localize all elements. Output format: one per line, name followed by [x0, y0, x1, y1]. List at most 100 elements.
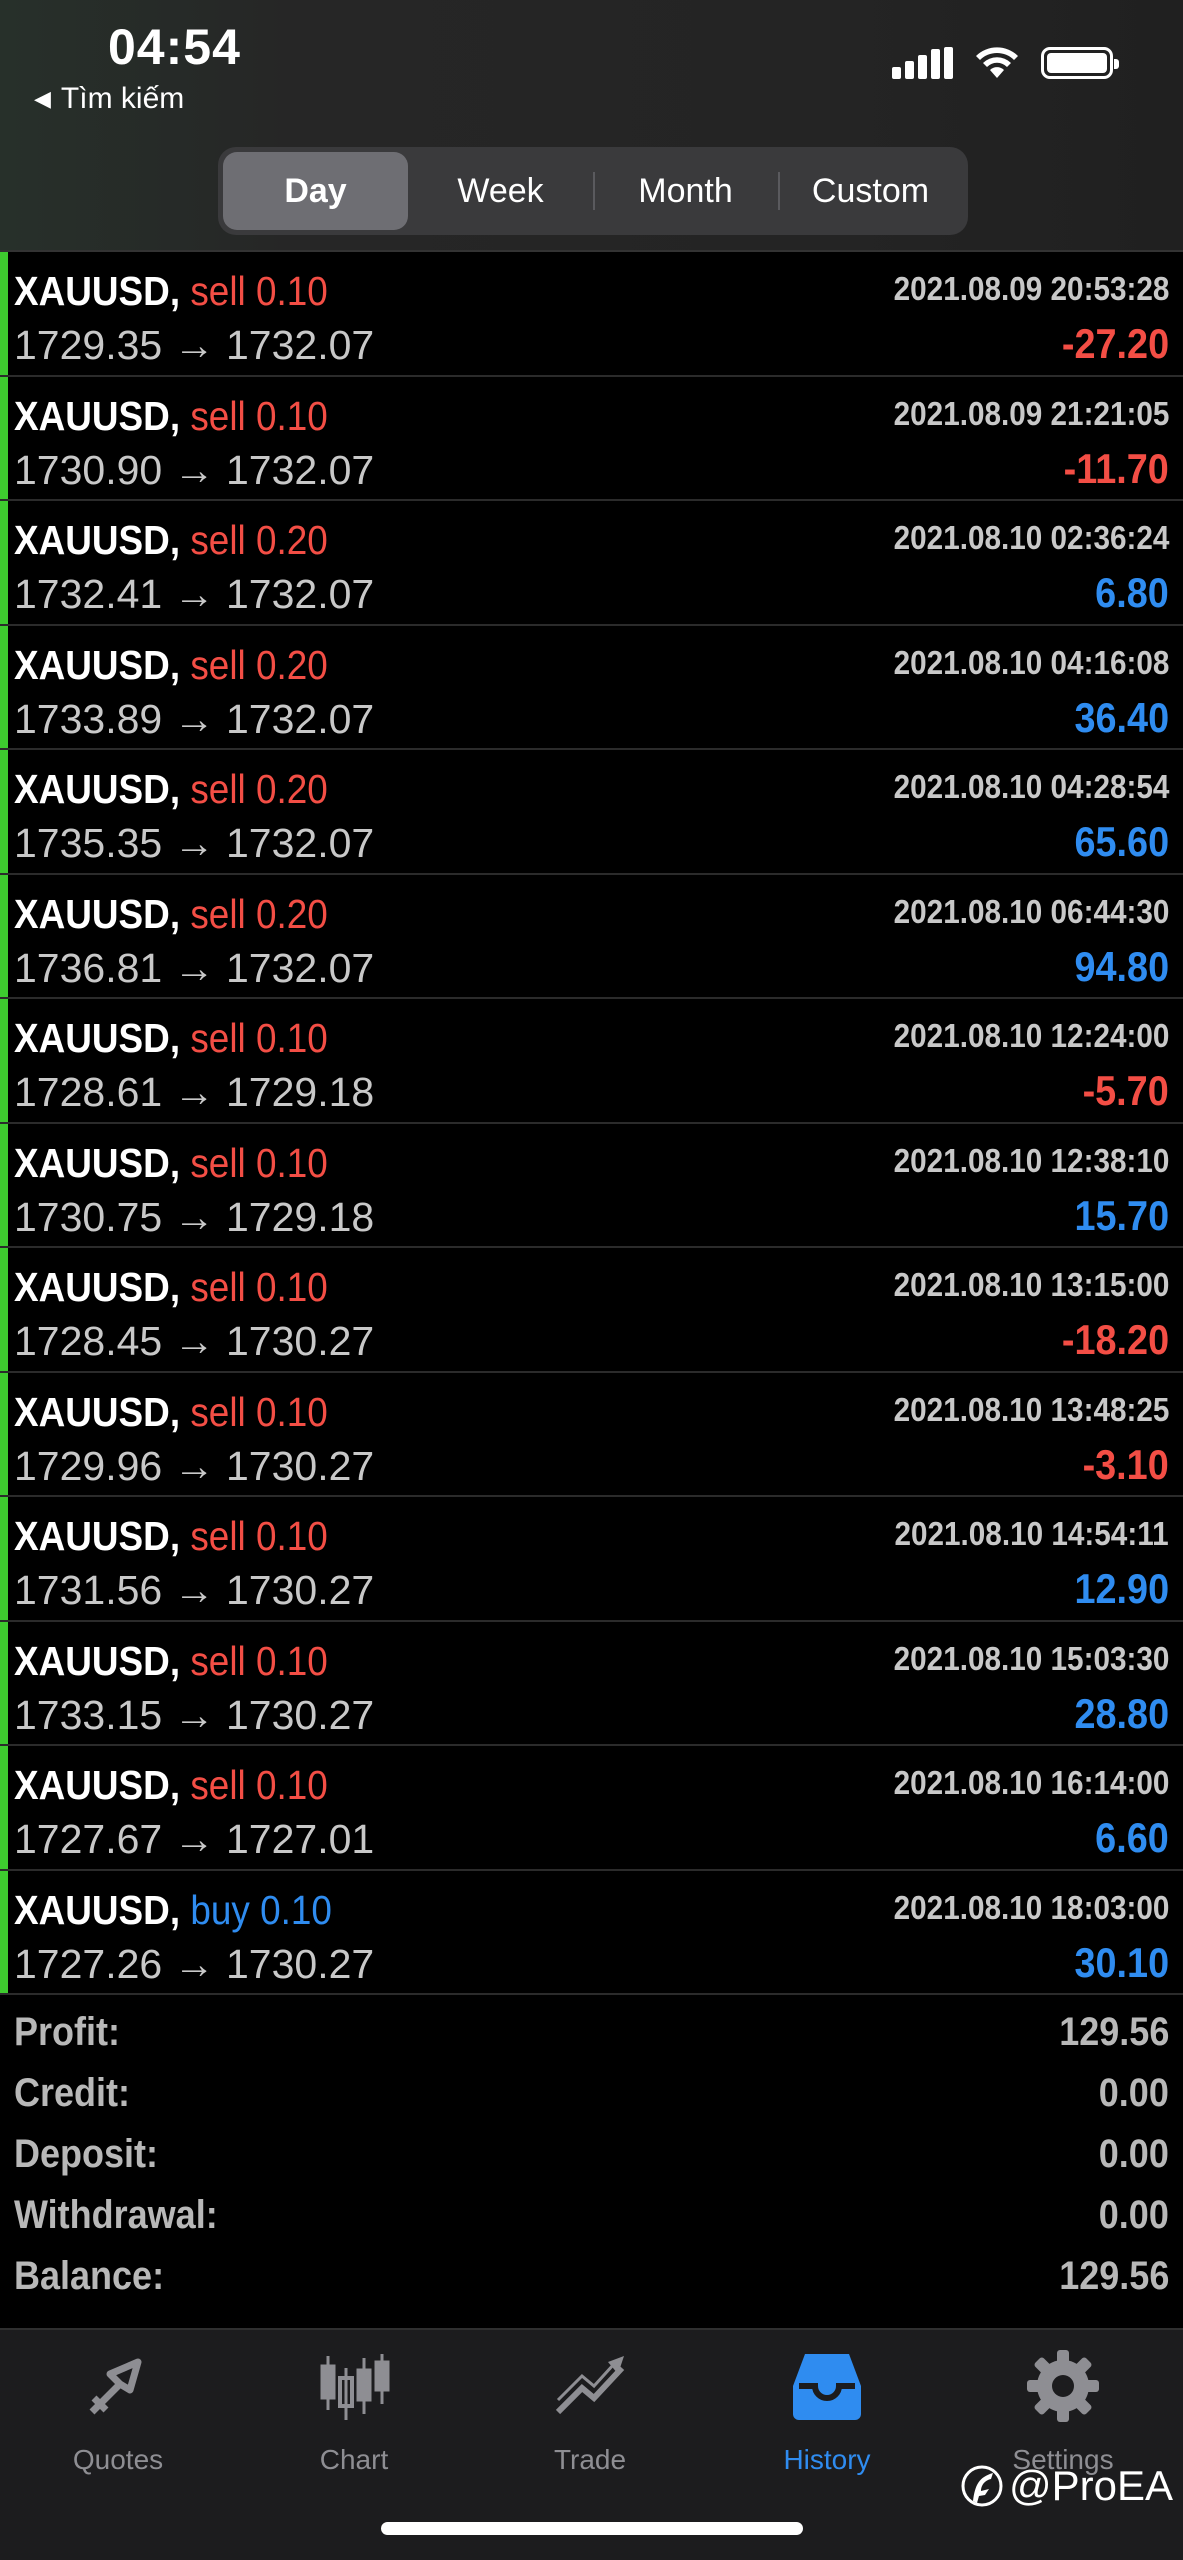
trade-profit: 12.90 [1074, 1565, 1169, 1612]
symbol-name: XAUUSD, [14, 890, 181, 937]
tab-trade[interactable]: Trade [490, 2348, 690, 2498]
trade-profit: 6.80 [1095, 569, 1169, 616]
summary-label: Credit: [14, 2071, 131, 2115]
trade-prices: 1731.56 → 1730.27 [14, 1567, 375, 1613]
trade-prices: 1733.15 → 1730.27 [14, 1691, 375, 1738]
trade-symbol: XAUUSD, sell 0.10 [14, 1513, 328, 1560]
trade-volume: 0.10 [260, 1886, 332, 1933]
tab-quotes[interactable]: Quotes [18, 2348, 218, 2498]
trade-volume: 0.10 [255, 1264, 328, 1310]
period-tab-month[interactable]: Month [593, 152, 778, 230]
trade-symbol: XAUUSD, sell 0.10 [14, 1140, 328, 1187]
symbol-name: XAUUSD, [14, 1513, 181, 1559]
watermark: @ProEA [961, 2462, 1173, 2510]
trade-row[interactable]: XAUUSD, sell 0.10 1733.15 → 1730.27 2021.0… [0, 1621, 1183, 1746]
trade-icon [555, 2356, 625, 2415]
row-accent-bar [0, 252, 8, 375]
trade-time: 2021.08.10 04:28:54 [893, 768, 1169, 805]
trade-side: sell [190, 641, 246, 688]
trade-time: 2021.08.10 04:16:08 [893, 643, 1169, 681]
summary-label: Deposit: [14, 2132, 158, 2176]
trade-volume: 0.10 [255, 392, 328, 439]
row-accent-bar [0, 1123, 8, 1246]
row-accent-bar [0, 1621, 8, 1744]
summary-value: 0.00 [1098, 2193, 1169, 2237]
symbol-name: XAUUSD, [14, 1762, 181, 1808]
trade-profit: 65.60 [1074, 818, 1169, 865]
trade-side: sell [190, 1388, 246, 1435]
proea-logo-icon [961, 2465, 1003, 2507]
trade-symbol: XAUUSD, sell 0.10 [14, 393, 328, 440]
row-accent-bar [0, 501, 8, 624]
cellular-signal-icon [892, 47, 953, 79]
tab-history-label: History [783, 2444, 871, 2475]
trade-row[interactable]: XAUUSD, sell 0.10 1727.67 → 1727.01 2021.0… [0, 1746, 1183, 1871]
trade-time: 2021.08.10 13:15:00 [893, 1266, 1169, 1303]
trade-profit: 15.70 [1074, 1191, 1169, 1239]
symbol-name: XAUUSD, [14, 1388, 181, 1435]
trade-side: sell [190, 1264, 246, 1310]
summary-label: Profit: [14, 2010, 120, 2054]
row-accent-bar [0, 1497, 8, 1620]
trade-time: 2021.08.10 14:54:11 [894, 1515, 1169, 1552]
summary-row: Credit: 0.00 [0, 2061, 1183, 2122]
trade-volume: 0.10 [255, 1015, 328, 1061]
trade-profit: -3.10 [1082, 1440, 1169, 1488]
trade-symbol: XAUUSD, sell 0.20 [14, 891, 328, 938]
trade-volume: 0.10 [255, 268, 328, 314]
trade-side: sell [190, 517, 246, 563]
trade-time: 2021.08.10 15:03:30 [893, 1639, 1169, 1677]
trade-row[interactable]: XAUUSD, sell 0.10 1730.90 → 1732.07 2021.0… [0, 376, 1183, 501]
tab-history[interactable]: History [727, 2348, 927, 2498]
trade-symbol: XAUUSD, sell 0.10 [14, 268, 328, 315]
trade-volume: 0.10 [255, 1637, 328, 1684]
trade-symbol: XAUUSD, sell 0.20 [14, 766, 328, 813]
header: 04:54 ◀ Tìm kiếm Day Week Month Custom [0, 0, 1183, 252]
trade-row[interactable]: XAUUSD, sell 0.10 1728.61 → 1729.18 2021.0… [0, 999, 1183, 1124]
back-to-search-link[interactable]: ◀ Tìm kiếm [34, 82, 184, 116]
symbol-name: XAUUSD, [14, 1015, 181, 1061]
trade-side: sell [190, 1637, 246, 1684]
trade-prices: 1727.26 → 1730.27 [14, 1940, 375, 1987]
row-accent-bar [0, 376, 8, 499]
symbol-name: XAUUSD, [14, 1264, 181, 1310]
trade-row[interactable]: XAUUSD, sell 0.20 1732.41 → 1732.07 2021.0… [0, 501, 1183, 626]
trade-row[interactable]: XAUUSD, sell 0.10 1729.35 → 1732.07 2021.0… [0, 252, 1183, 377]
trade-time: 2021.08.10 13:48:25 [893, 1390, 1169, 1428]
trade-row[interactable]: XAUUSD, sell 0.20 1736.81 → 1732.07 2021.0… [0, 874, 1183, 999]
summary-value: 129.56 [1058, 2010, 1169, 2054]
trade-prices: 1732.41 → 1732.07 [14, 571, 375, 617]
trade-volume: 0.20 [255, 890, 328, 937]
trade-volume: 0.10 [255, 1388, 328, 1435]
status-icons [892, 46, 1119, 80]
trade-prices: 1730.75 → 1729.18 [14, 1193, 375, 1240]
trade-side: sell [190, 766, 246, 812]
tab-trade-label: Trade [553, 2444, 627, 2475]
trade-row[interactable]: XAUUSD, sell 0.10 1731.56 → 1730.27 2021.0… [0, 1497, 1183, 1622]
trade-row[interactable]: XAUUSD, buy 0.10 1727.26 → 1730.27 2021.08… [0, 1870, 1183, 1995]
row-accent-bar [0, 1746, 8, 1869]
trade-row[interactable]: XAUUSD, sell 0.10 1729.96 → 1730.27 2021.0… [0, 1372, 1183, 1497]
trade-side: sell [190, 1513, 246, 1559]
trade-time: 2021.08.09 20:53:28 [893, 270, 1169, 307]
trade-row[interactable]: XAUUSD, sell 0.20 1733.89 → 1732.07 2021.0… [0, 625, 1183, 750]
period-tab-day[interactable]: Day [223, 152, 408, 230]
period-tab-custom[interactable]: Custom [778, 152, 963, 230]
trade-time: 2021.08.10 02:36:24 [893, 519, 1169, 556]
watermark-text: @ProEA [1008, 2462, 1173, 2509]
trade-row[interactable]: XAUUSD, sell 0.20 1735.35 → 1732.07 2021.0… [0, 750, 1183, 875]
summary-row: Profit: 129.56 [0, 2000, 1183, 2061]
row-accent-bar [0, 874, 8, 997]
period-tab-week[interactable]: Week [408, 152, 593, 230]
trade-volume: 0.20 [255, 517, 328, 563]
tab-chart[interactable]: Chart [254, 2348, 454, 2498]
trade-row[interactable]: XAUUSD, sell 0.10 1728.45 → 1730.27 2021.0… [0, 1248, 1183, 1373]
home-indicator[interactable] [381, 2522, 803, 2535]
trade-row[interactable]: XAUUSD, sell 0.10 1730.75 → 1729.18 2021.0… [0, 1123, 1183, 1248]
trade-side: sell [190, 890, 246, 937]
trade-volume: 0.10 [255, 1513, 328, 1559]
summary-label: Withdrawal: [14, 2193, 218, 2237]
symbol-name: XAUUSD, [14, 392, 181, 439]
trade-time: 2021.08.10 12:24:00 [893, 1017, 1169, 1054]
trade-symbol: XAUUSD, buy 0.10 [14, 1887, 332, 1934]
